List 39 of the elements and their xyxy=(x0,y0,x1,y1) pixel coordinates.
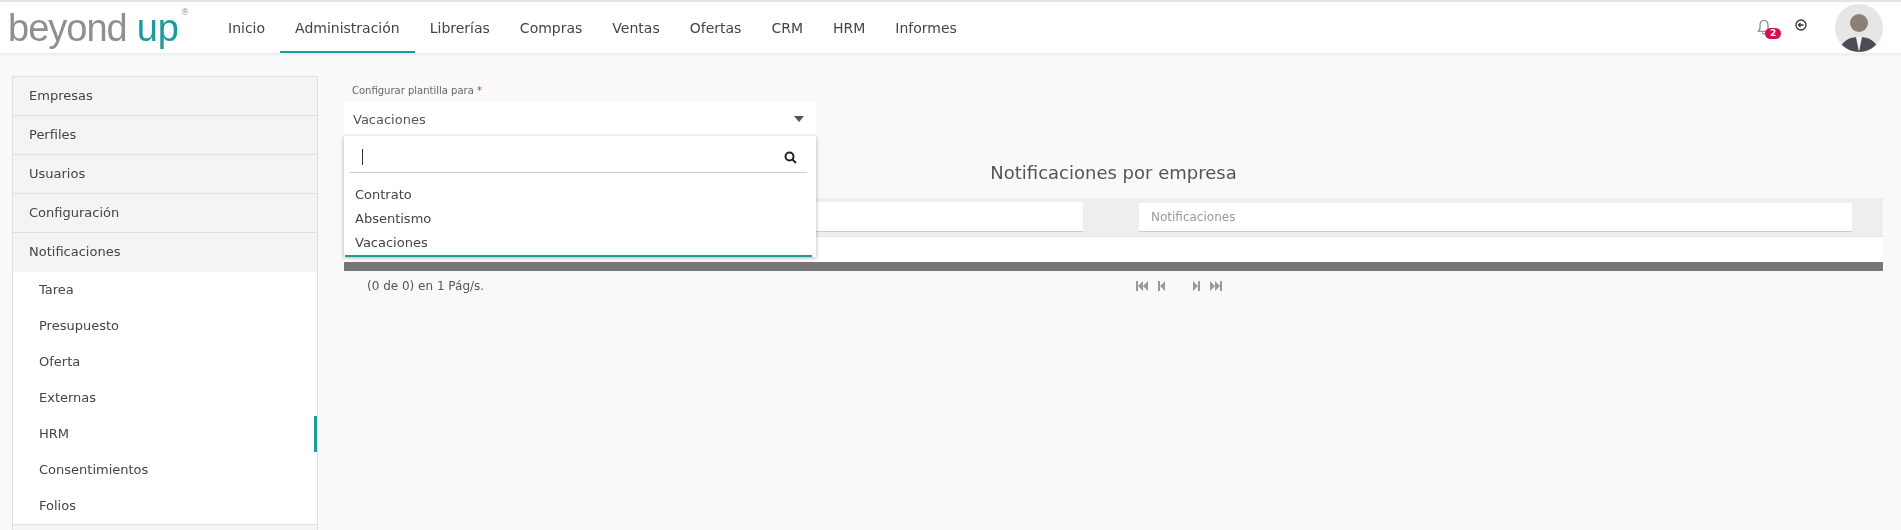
table-title: Notificaciones por empresa xyxy=(990,161,1237,185)
nav-tab[interactable]: Librerías xyxy=(414,2,505,53)
previous-page-icon[interactable] xyxy=(1158,281,1167,291)
logout-icon[interactable] xyxy=(1795,18,1807,31)
sidebar-item[interactable]: Empresas xyxy=(13,77,317,116)
first-page-icon[interactable] xyxy=(1136,281,1150,291)
sidebar-subitem[interactable]: HRM xyxy=(13,416,317,452)
nav-tab[interactable]: CRM xyxy=(756,2,818,53)
search-icon xyxy=(784,150,797,164)
last-page-icon[interactable] xyxy=(1208,281,1222,291)
next-page-icon[interactable] xyxy=(1191,281,1200,291)
sidebar-item[interactable]: Perfiles xyxy=(13,116,317,155)
sidebar-subitem[interactable]: Presupuesto xyxy=(13,308,317,344)
notification-count: 2 xyxy=(1765,27,1782,39)
sidebar-item[interactable]: Configuración xyxy=(13,194,317,233)
caret-icon xyxy=(794,116,804,122)
nav-tab[interactable]: Ventas xyxy=(597,2,675,53)
sidebar-subitem[interactable]: Externas xyxy=(13,380,317,416)
sidebar-subitem[interactable]: Oferta xyxy=(13,344,317,380)
nav-tab[interactable]: Inicio xyxy=(213,2,281,53)
sidebar-subitem[interactable]: Tarea xyxy=(13,272,317,308)
nav-tab[interactable]: Administración xyxy=(280,2,415,53)
sidebar-subitem[interactable]: Folios xyxy=(13,488,317,524)
sidebar-item[interactable]: Usuarios xyxy=(13,155,317,194)
nav-tab[interactable]: Ofertas xyxy=(674,2,757,53)
dropdown-option[interactable]: Contrato xyxy=(345,183,812,207)
template-select[interactable]: Vacaciones xyxy=(344,102,816,136)
sidebar-item[interactable]: Notificaciones xyxy=(13,233,317,272)
nav-tab[interactable]: Compras xyxy=(504,2,598,53)
dropdown-option[interactable]: Absentismo xyxy=(345,207,812,231)
sidebar-subitem[interactable]: Consentimientos xyxy=(13,452,317,488)
pagination-summary: (0 de 0) en 1 Pág/s. xyxy=(367,279,485,293)
filter-field[interactable]: Notificaciones xyxy=(1139,202,1852,232)
nav-tab[interactable]: HRM xyxy=(818,2,881,53)
nav-tab[interactable]: Informes xyxy=(880,2,972,53)
avatar-icon[interactable] xyxy=(1835,3,1883,52)
logo: beyond up$^{®}$ xyxy=(8,8,190,47)
field-label: Configurar plantilla para * xyxy=(352,85,483,96)
bell-icon[interactable] xyxy=(1757,18,1771,35)
